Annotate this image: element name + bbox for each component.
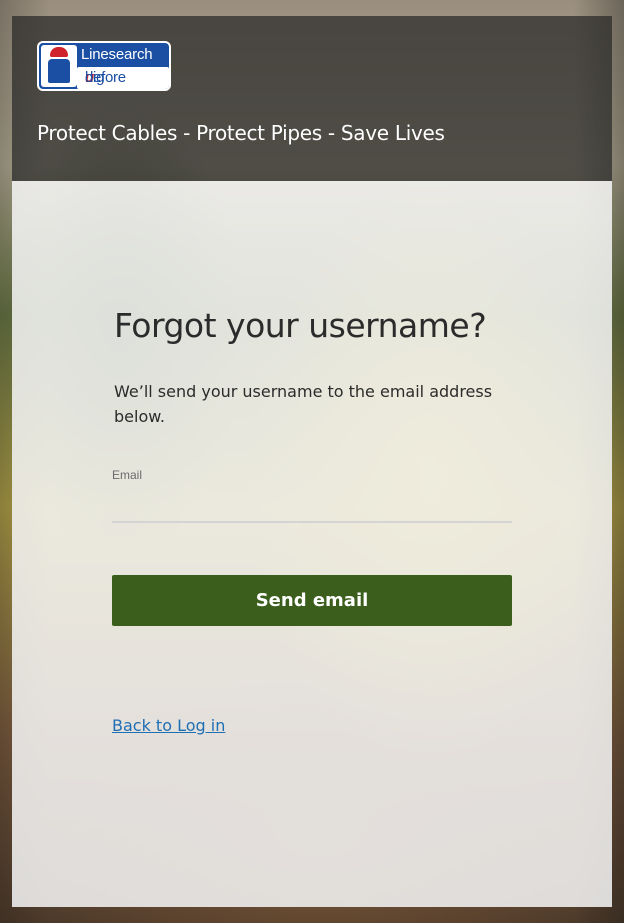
logo-text-beforeudig: before u dig [77,67,169,89]
logo-text-linesearch: Linesearch [81,46,153,63]
back-to-login-link[interactable]: Back to Log in [112,716,225,735]
header-banner: Linesearch before u dig Protect Cables - P… [12,16,612,181]
worker-figure-icon [41,45,77,87]
email-label: Email [112,468,143,482]
hard-hat-icon [50,47,68,57]
tagline: Protect Cables - Protect Pipes - Save Li… [37,121,445,145]
email-field[interactable] [112,485,512,523]
worker-body-icon [48,59,70,83]
forgot-username-panel: Forgot your username? We’ll send your us… [12,181,612,907]
send-email-button[interactable]: Send email [112,575,512,626]
page-description: We’ll send your username to the email ad… [114,382,493,426]
linesearch-logo: Linesearch before u dig [37,41,171,91]
logo-text-dig: dig [85,69,105,86]
page-title: Forgot your username? [114,306,487,345]
